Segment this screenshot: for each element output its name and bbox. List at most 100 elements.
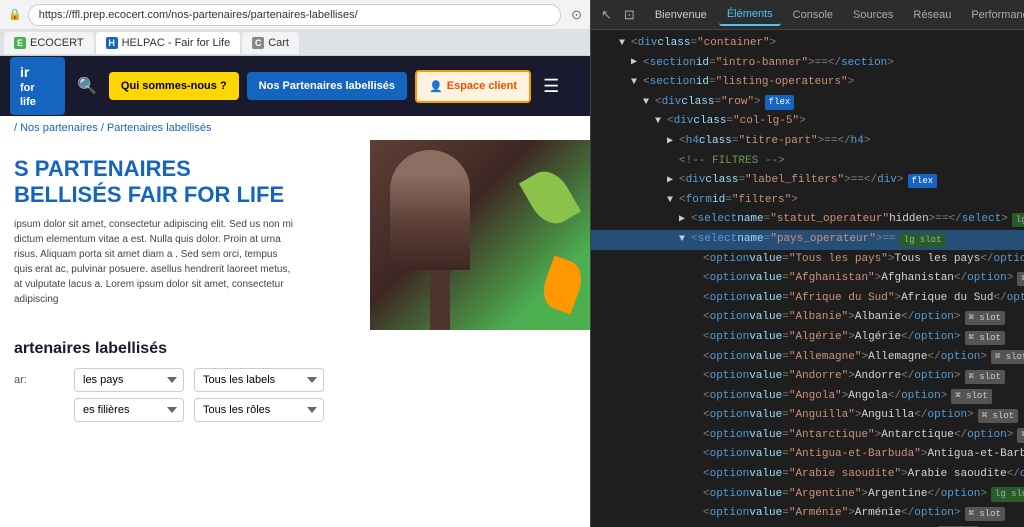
badge-flex-row[interactable]: flex: [765, 95, 795, 109]
partners-title: artenaires labellisés: [14, 340, 576, 358]
el-comment-filtres: <!-- FILTRES -->: [591, 152, 1024, 172]
el-form-filters[interactable]: <form id="filters" >: [591, 191, 1024, 211]
el-col-lg5[interactable]: <div class="col-lg-5" >: [591, 112, 1024, 132]
devtools-tab-performances[interactable]: Performances: [963, 5, 1024, 25]
badge-flex-labelfilters[interactable]: flex: [908, 174, 938, 188]
tab-favicon-ecocert: E: [14, 37, 26, 49]
tab-label-ecocert: ECOCERT: [30, 37, 84, 49]
filter-row-2: es filières Tous les rôles: [14, 398, 576, 422]
hero-image: [370, 140, 590, 330]
url-text: https://ffl.prep.ecocert.com/nos-partena…: [39, 9, 358, 21]
tab-label-cart: Cart: [268, 37, 289, 49]
el-option-antigua[interactable]: <option value="Antigua-et-Barbuda" >Anti…: [591, 445, 1024, 465]
devtools-tab-reseau[interactable]: Réseau: [905, 5, 959, 25]
filter-pays[interactable]: les pays: [74, 368, 184, 392]
devtools-responsive-button[interactable]: ⊡: [620, 5, 639, 25]
hero-section: S PARTENAIRES BELLISÉS FAIR FOR LIFE ips…: [0, 140, 590, 330]
badge-slot-alg[interactable]: ⌘ slot: [965, 331, 1005, 345]
search-button[interactable]: 🔍: [73, 72, 101, 100]
arrow-row[interactable]: [643, 95, 655, 111]
devtools-tab-bienvenue[interactable]: Bienvenue: [647, 5, 715, 25]
hero-description: ipsum dolor sit amet, consectetur adipis…: [14, 217, 294, 307]
arrow-listing[interactable]: [631, 75, 643, 91]
browser-bar: 🔒 https://ffl.prep.ecocert.com/nos-parte…: [0, 0, 590, 30]
person-decoration: [390, 150, 470, 270]
el-option-algerie[interactable]: <option value="Algérie" >Algérie</option…: [591, 328, 1024, 348]
url-bar[interactable]: https://ffl.prep.ecocert.com/nos-partena…: [28, 4, 561, 26]
badge-lgsm-arg[interactable]: lg slot: [991, 487, 1024, 501]
espace-label: Espace client: [447, 80, 517, 92]
el-row[interactable]: <div class="row" > flex: [591, 93, 1024, 113]
arrow-intro[interactable]: [631, 55, 643, 71]
badge-lgsm-pays[interactable]: lg slot: [900, 233, 946, 247]
badge-slot-af[interactable]: ⌘ slot: [1017, 272, 1024, 286]
devtools-elements-panel[interactable]: <div class="container" > <section id="in…: [591, 30, 1024, 527]
badge-slot-ang[interactable]: ⌘ slot: [951, 389, 991, 403]
el-section-listing[interactable]: <section id="listing-operateurs" >: [591, 73, 1024, 93]
arrow-container[interactable]: [619, 36, 631, 52]
leaf1-decoration: [519, 164, 581, 232]
tab-favicon-cart: C: [252, 37, 264, 49]
tab-label-helpac: HELPAC - Fair for Life: [122, 37, 231, 49]
filter-roles[interactable]: Tous les rôles: [194, 398, 324, 422]
el-container[interactable]: <div class="container" >: [591, 34, 1024, 54]
el-label-filters[interactable]: <div class="label_filters" > == </div> f…: [591, 171, 1024, 191]
el-option-afriquesud[interactable]: <option value="Afrique du Sud" >Afrique …: [591, 289, 1024, 309]
el-section-intro[interactable]: <section id="intro-banner" > == </sectio…: [591, 54, 1024, 74]
el-option-argentine[interactable]: <option value="Argentine" >Argentine</op…: [591, 485, 1024, 505]
devtools-tab-console[interactable]: Console: [785, 5, 841, 25]
el-option-allemagne[interactable]: <option value="Allemagne" >Allemagne</op…: [591, 348, 1024, 368]
nav-espace-client[interactable]: 👤 Espace client: [415, 70, 531, 103]
arrow-form[interactable]: [667, 193, 679, 209]
badge-slot-ant[interactable]: ⌘ slot: [1017, 428, 1024, 442]
devtools-panel: ↖ ⊡ Bienvenue Éléments Console Sources R…: [590, 0, 1024, 527]
el-option-angola[interactable]: <option value="Angola" >Angola</option> …: [591, 387, 1024, 407]
arrow-select-statut[interactable]: [679, 212, 691, 228]
tab-cart[interactable]: C Cart: [242, 32, 299, 54]
hamburger-icon[interactable]: ☰: [543, 76, 559, 97]
el-option-tous[interactable]: <option value="Tous les pays" >Tous les …: [591, 250, 1024, 270]
badge-slot-arm[interactable]: ⌘ slot: [965, 507, 1005, 521]
arrow-label-filters[interactable]: [667, 173, 679, 189]
el-option-antarctique[interactable]: <option value="Antarctique" >Antarctique…: [591, 426, 1024, 446]
filter-filieres[interactable]: es filières: [74, 398, 184, 422]
badge-slot-anguilla[interactable]: ⌘ slot: [978, 409, 1018, 423]
tab-favicon-helpac: H: [106, 37, 118, 49]
arrow-select-pays[interactable]: [679, 232, 691, 248]
devtools-inspect-button[interactable]: ↖: [597, 5, 616, 25]
el-option-albanie[interactable]: <option value="Albanie" >Albanie</option…: [591, 308, 1024, 328]
espace-icon: 👤: [429, 80, 443, 93]
badge-slot-and[interactable]: ⌘ slot: [965, 370, 1005, 384]
leaf2-decoration: [538, 256, 588, 315]
nav-qui-sommes-nous[interactable]: Qui sommes-nous ?: [109, 72, 239, 100]
browser-tabs: E ECOCERT H HELPAC - Fair for Life C Car…: [0, 30, 590, 56]
el-option-arabie[interactable]: <option value="Arabie saoudite" >Arabie …: [591, 465, 1024, 485]
hero-title-line2: BELLISÉS: [14, 182, 122, 207]
partners-section: artenaires labellisés ar: les pays Tous …: [0, 330, 590, 527]
nav-partenaires[interactable]: Nos Partenaires labellisés: [247, 72, 407, 100]
filter-labels[interactable]: Tous les labels: [194, 368, 324, 392]
el-select-pays[interactable]: <select name="pays_operateur" > == lg sl…: [591, 230, 1024, 250]
badge-slot-all[interactable]: ⌘ slot: [991, 350, 1024, 364]
badge-slot-alb[interactable]: ⌘ slot: [965, 311, 1005, 325]
badge-lgsm-statut[interactable]: lg slot: [1012, 213, 1024, 227]
arrow-col[interactable]: [655, 114, 667, 130]
hero-title-highlight: FAIR FOR LIFE: [128, 182, 284, 207]
devtools-tab-elements[interactable]: Éléments: [719, 4, 781, 26]
el-option-afghanistan[interactable]: <option value="Afghanistan" >Afghanistan…: [591, 269, 1024, 289]
logo[interactable]: ir for life: [10, 57, 65, 116]
el-option-armenie[interactable]: <option value="Arménie" >Arménie</option…: [591, 504, 1024, 524]
filter-label-2: [14, 404, 64, 416]
arrow-h4[interactable]: [667, 134, 679, 150]
devtools-toolbar: ↖ ⊡ Bienvenue Éléments Console Sources R…: [591, 0, 1024, 30]
el-option-anguilla[interactable]: <option value="Anguilla" >Anguilla</opti…: [591, 406, 1024, 426]
tab-helpac[interactable]: H HELPAC - Fair for Life: [96, 32, 241, 54]
breadcrumb-link[interactable]: / Nos partenaires / Partenaires labellis…: [14, 122, 211, 134]
devtools-tab-sources[interactable]: Sources: [845, 5, 901, 25]
filter-label-1: ar:: [14, 374, 64, 386]
el-select-statut[interactable]: <select name="statut_operateur" hidden >…: [591, 210, 1024, 230]
browser-search-icon: ⊙: [571, 7, 582, 23]
tab-ecocert[interactable]: E ECOCERT: [4, 32, 94, 54]
el-h4[interactable]: <h4 class="titre-part" > == </h4>: [591, 132, 1024, 152]
el-option-andorre[interactable]: <option value="Andorre" >Andorre</option…: [591, 367, 1024, 387]
